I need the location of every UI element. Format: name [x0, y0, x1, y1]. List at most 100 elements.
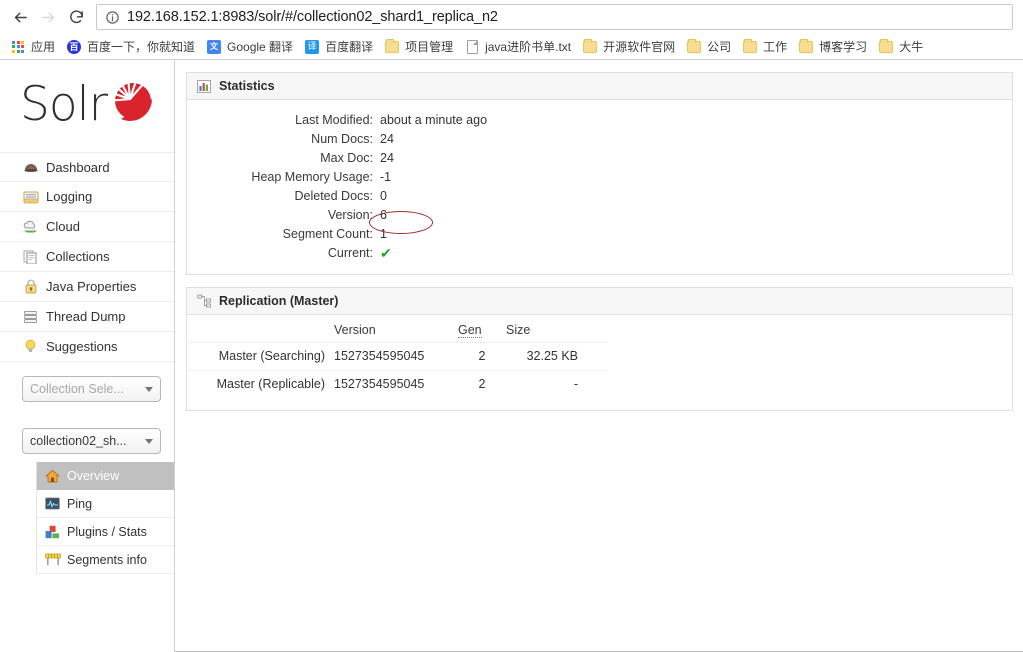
replication-panel: Replication (Master) Version Gen Size Ma… — [186, 287, 1013, 411]
solr-logo[interactable]: Solr — [20, 72, 160, 138]
stat-row: Heap Memory Usage: -1 — [187, 167, 1012, 186]
stat-value: -1 — [380, 169, 392, 184]
stat-key: Deleted Docs: — [294, 188, 373, 203]
stat-value: 6 — [380, 207, 387, 222]
sidebar-item-dashboard[interactable]: Dashboard — [0, 152, 174, 182]
statistics-body: Last Modified: about a minute ago Num Do… — [187, 100, 1012, 274]
sidebar-item-logging[interactable]: Logging — [0, 182, 174, 212]
main-content: Statistics Last Modified: about a minute… — [174, 60, 1023, 652]
col-spacer — [578, 319, 608, 343]
bookmark-label: 百度一下，你就知道 — [87, 40, 196, 54]
col-header-version: Version — [334, 319, 458, 343]
bookmark-folder-blog[interactable]: 博客学习 — [793, 36, 872, 57]
bookmark-label: java进阶书单.txt — [485, 40, 572, 54]
bookmark-folder-experts[interactable]: 大牛 — [873, 36, 928, 57]
back-button[interactable] — [6, 3, 34, 31]
row-label: Master (Replicable) — [216, 377, 325, 391]
sidebar-item-label: Suggestions — [46, 339, 118, 354]
stat-value: 1 — [380, 226, 387, 241]
stat-row: Segment Count: 1 — [187, 224, 1012, 243]
collections-icon — [22, 249, 39, 265]
sidebar-item-plugins-stats[interactable]: Plugins / Stats — [37, 518, 174, 546]
replication-panel-header: Replication (Master) — [187, 288, 1012, 315]
folder-icon — [878, 38, 894, 55]
row-version: 1527354595045 — [334, 342, 458, 371]
stat-value: 0 — [380, 188, 387, 203]
panel-title: Statistics — [219, 79, 275, 93]
gen-abbr-label: Gen — [458, 323, 482, 338]
sidebar-item-ping[interactable]: Ping — [37, 490, 174, 518]
java-properties-icon — [22, 279, 39, 295]
collection-selector-value: Collection Sele... — [30, 382, 124, 396]
bookmark-label: 工作 — [763, 40, 788, 54]
bookmark-baidu-translate[interactable]: 译 百度翻译 — [299, 36, 378, 57]
bookmark-folder-project[interactable]: 项目管理 — [379, 36, 458, 57]
core-selector-value: collection02_sh... — [30, 434, 127, 448]
bookmark-label: 应用 — [31, 40, 56, 54]
collection-selector[interactable]: Collection Sele... — [22, 376, 161, 402]
reload-button[interactable] — [62, 3, 90, 31]
stat-row: Deleted Docs: 0 — [187, 186, 1012, 205]
replication-body: Version Gen Size Master (Searching) 1527… — [187, 315, 1012, 410]
collection-subnav: Overview Ping Plugins / Stats Segments i… — [36, 462, 174, 574]
baidu-icon: 百 — [66, 39, 82, 55]
bookmark-google-translate[interactable]: 文 Google 翻译 — [201, 36, 298, 57]
sidebar-item-segments-info[interactable]: Segments info — [37, 546, 174, 574]
sidebar-item-label: Ping — [67, 496, 93, 511]
bookmark-folder-opensource[interactable]: 开源软件官网 — [577, 36, 680, 57]
statistics-panel: Statistics Last Modified: about a minute… — [186, 72, 1013, 275]
solr-logo-text: Solr — [20, 77, 108, 132]
stat-value: 24 — [380, 150, 394, 165]
document-icon — [464, 39, 480, 55]
core-selector[interactable]: collection02_sh... — [22, 428, 161, 454]
bookmark-label: 开源软件官网 — [603, 40, 676, 54]
row-gen: 2 — [478, 377, 486, 391]
stat-row-current: Current: ✔ — [187, 243, 1012, 262]
browser-toolbar: 192.168.152.1:8983/solr/#/collection02_s… — [0, 0, 1023, 34]
sidebar-item-cloud[interactable]: Cloud — [0, 212, 174, 242]
sidebar-item-label: Collections — [46, 249, 110, 264]
col-header-size: Size — [506, 319, 578, 343]
dashboard-icon — [22, 159, 39, 175]
bookmark-folder-work[interactable]: 工作 — [737, 36, 792, 57]
table-row: Master (Replicable) 1527354595045 2 - — [187, 371, 608, 399]
row-size: - — [573, 377, 578, 391]
sidebar-item-java-properties[interactable]: Java Properties — [0, 272, 174, 302]
forward-button[interactable] — [34, 3, 62, 31]
address-bar[interactable]: 192.168.152.1:8983/solr/#/collection02_s… — [96, 4, 1013, 30]
bookmark-label: 项目管理 — [405, 40, 454, 54]
cloud-icon — [22, 219, 39, 235]
sidebar-item-overview[interactable]: Overview — [37, 462, 174, 490]
logging-icon — [22, 189, 39, 205]
thread-dump-icon — [22, 309, 39, 325]
sidebar-item-suggestions[interactable]: Suggestions — [0, 332, 174, 362]
replication-table: Version Gen Size Master (Searching) 1527… — [187, 319, 608, 398]
folder-icon — [798, 38, 814, 55]
folder-icon — [384, 38, 400, 55]
statistics-panel-header: Statistics — [187, 73, 1012, 100]
stat-key: Current: — [327, 245, 373, 260]
folder-icon — [742, 38, 758, 55]
sidebar: Solr Dashboard Logging Cloud Collections… — [0, 60, 174, 652]
replication-icon — [196, 294, 212, 309]
site-info-icon[interactable] — [105, 10, 120, 25]
statistics-list: Last Modified: about a minute ago Num Do… — [187, 110, 1012, 262]
sidebar-item-label: Cloud — [46, 219, 80, 234]
bookmarks-bar: 应用 百 百度一下，你就知道 文 Google 翻译 译 百度翻译 项目管理 j… — [0, 34, 1023, 59]
bookmark-folder-company[interactable]: 公司 — [681, 36, 736, 57]
sidebar-item-label: Segments info — [67, 552, 147, 567]
stat-row: Last Modified: about a minute ago — [187, 110, 1012, 129]
bookmark-apps[interactable]: 应用 — [5, 36, 60, 57]
bookmark-java-txt[interactable]: java进阶书单.txt — [459, 36, 576, 57]
sidebar-item-collections[interactable]: Collections — [0, 242, 174, 272]
table-row: Master (Searching) 1527354595045 2 32.25… — [187, 342, 608, 371]
url-text: 192.168.152.1:8983/solr/#/collection02_s… — [127, 9, 498, 25]
bookmark-baidu[interactable]: 百 百度一下，你就知道 — [61, 36, 200, 57]
sidebar-item-thread-dump[interactable]: Thread Dump — [0, 302, 174, 332]
main-nav: Dashboard Logging Cloud Collections Java… — [0, 152, 174, 362]
suggestions-icon — [22, 339, 39, 355]
bookmark-label: 公司 — [707, 40, 732, 54]
sidebar-item-label: Dashboard — [46, 159, 110, 175]
stat-value: about a minute ago — [380, 112, 488, 127]
chevron-down-icon — [145, 386, 153, 392]
